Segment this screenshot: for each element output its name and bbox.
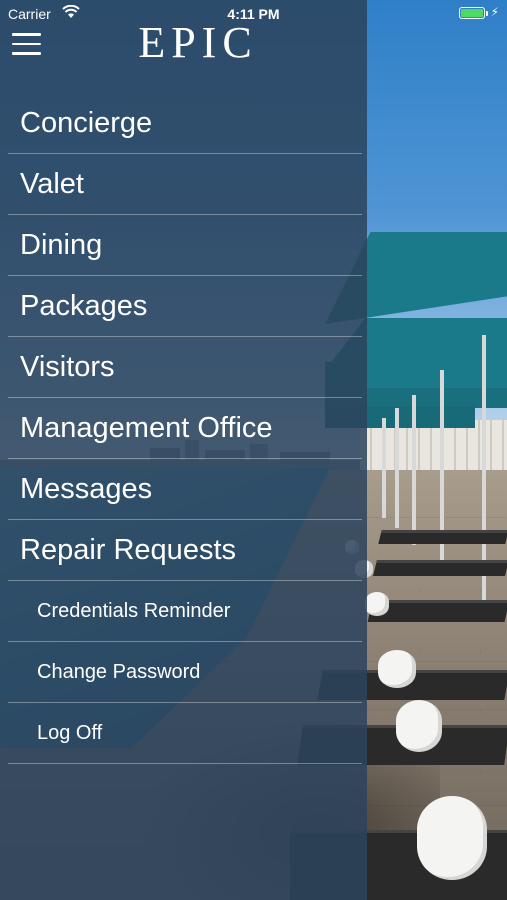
menu-item-valet[interactable]: Valet	[8, 154, 362, 215]
menu-item-label: Change Password	[37, 661, 201, 683]
umbrella-pole	[412, 395, 416, 545]
status-bar: Carrier 4:11 PM ⚡	[0, 0, 507, 28]
menu-item-messages[interactable]: Messages	[8, 459, 362, 520]
battery-icon	[459, 7, 488, 19]
umbrella-pole	[395, 408, 399, 528]
menu-item-label: Packages	[20, 290, 148, 322]
menu-item-label: Dining	[20, 229, 103, 261]
menu-item-label: Visitors	[20, 351, 115, 383]
menu-item-change-password[interactable]: Change Password	[8, 642, 362, 703]
towel	[365, 592, 389, 616]
lounge-chair	[373, 560, 507, 576]
lounge-chair	[378, 530, 507, 544]
menu-item-label: Valet	[20, 168, 84, 200]
menu-item-dining[interactable]: Dining	[8, 215, 362, 276]
menu-item-label: Credentials Reminder	[37, 600, 231, 622]
menu-item-repair-requests[interactable]: Repair Requests	[8, 520, 362, 581]
menu-item-concierge[interactable]: Concierge	[8, 93, 362, 154]
menu-item-label: Repair Requests	[20, 534, 236, 566]
menu-item-label: Management Office	[20, 412, 273, 444]
menu-item-credentials-reminder[interactable]: Credentials Reminder	[8, 581, 362, 642]
towel	[417, 796, 487, 880]
menu-item-log-off[interactable]: Log Off	[8, 703, 362, 764]
towel	[378, 650, 416, 688]
menu-item-visitors[interactable]: Visitors	[8, 337, 362, 398]
menu-item-label: Concierge	[20, 107, 153, 139]
bolt-icon: ⚡	[490, 5, 499, 19]
battery-fill	[461, 9, 483, 17]
umbrella-pole	[382, 418, 386, 518]
towel	[396, 700, 442, 752]
menu-item-label: Log Off	[37, 722, 103, 744]
side-menu: Concierge Valet Dining Packages Visitors…	[8, 93, 362, 764]
menu-item-packages[interactable]: Packages	[8, 276, 362, 337]
menu-item-management-office[interactable]: Management Office	[8, 398, 362, 459]
hamburger-icon[interactable]	[12, 33, 41, 55]
menu-item-label: Messages	[20, 473, 153, 505]
status-time: 4:11 PM	[227, 6, 280, 22]
